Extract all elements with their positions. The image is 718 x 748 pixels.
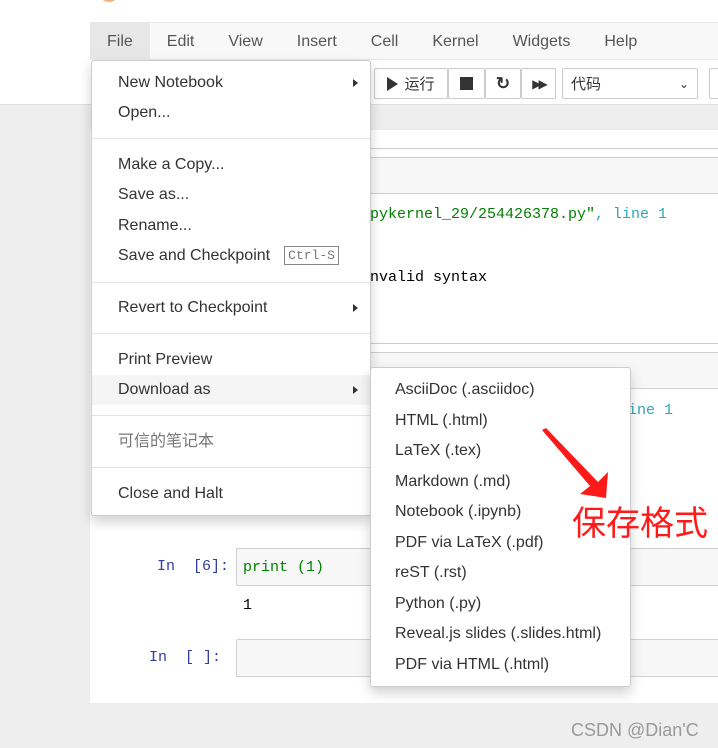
divider [92, 282, 370, 283]
shortcut-badge: Ctrl-S [284, 246, 339, 266]
label: Revert to Checkpoint [118, 299, 268, 316]
menu-cell[interactable]: Cell [354, 23, 416, 59]
interrupt-button[interactable] [448, 68, 485, 99]
menu-item-download-as[interactable]: Download as [92, 375, 370, 405]
menubar: File Edit View Insert Cell Kernel Widget… [90, 22, 718, 60]
menu-item-print-preview[interactable]: Print Preview [92, 345, 370, 375]
error-line: ine 1 [628, 402, 674, 419]
download-rest[interactable]: reST (.rst) [371, 558, 630, 588]
menu-item-close-halt[interactable]: Close and Halt [92, 479, 370, 509]
menu-item-make-copy[interactable]: Make a Copy... [92, 150, 370, 180]
menu-widgets[interactable]: Widgets [496, 23, 588, 59]
code-arg: (1) [288, 559, 325, 576]
menu-edit[interactable]: Edit [150, 23, 212, 59]
prompt-in: In [149, 649, 168, 666]
menu-file[interactable]: File [90, 23, 150, 59]
input-prompt: In [ ]: [149, 649, 221, 666]
menu-item-rename[interactable]: Rename... [92, 211, 370, 241]
menu-item-save-checkpoint[interactable]: Save and Checkpoint Ctrl-S [92, 241, 370, 271]
label: Save and Checkpoint [118, 247, 271, 264]
prompt-number: [6]: [193, 558, 230, 575]
error-file: pykernel_29/254426378.py" [370, 206, 596, 223]
prompt-in: In [157, 558, 176, 575]
restart-run-all-button[interactable]: ▶▶ [521, 68, 556, 99]
menu-kernel[interactable]: Kernel [415, 23, 495, 59]
fast-forward-icon: ▶▶ [532, 76, 548, 91]
code-keyword: print [243, 559, 289, 576]
run-button[interactable]: 运行 [374, 68, 448, 99]
watermark: CSDN @Dian'C [571, 720, 699, 740]
annotation-text: 保存格式 [572, 504, 708, 544]
menu-insert[interactable]: Insert [280, 23, 354, 59]
divider [92, 415, 370, 416]
menu-view[interactable]: View [211, 23, 279, 59]
caret-right-icon [353, 304, 358, 312]
label: New Notebook [118, 74, 223, 91]
divider [370, 343, 718, 344]
divider [370, 148, 718, 149]
prompt-number: [ ]: [185, 649, 222, 666]
error-line: , line 1 [595, 206, 668, 223]
run-label: 运行 [404, 76, 435, 93]
caret-right-icon [353, 386, 358, 394]
input-prompt: In [6]: [157, 558, 229, 575]
code-cell-input[interactable] [360, 157, 718, 194]
restart-icon: ↻ [495, 73, 511, 93]
stop-icon [460, 77, 473, 90]
menu-item-new-notebook[interactable]: New Notebook [92, 68, 370, 98]
menu-item-revert[interactable]: Revert to Checkpoint [92, 293, 370, 323]
error-output-line: pykernel_29/254426378.py", line 1 [370, 206, 667, 223]
cell-type-value: 代码 [571, 76, 602, 93]
divider [92, 333, 370, 334]
menu-item-open[interactable]: Open... [92, 98, 370, 128]
download-asciidoc[interactable]: AsciiDoc (.asciidoc) [371, 375, 630, 405]
chevron-down-icon: ⌄ [678, 76, 689, 91]
download-pdf-html[interactable]: PDF via HTML (.html) [371, 650, 630, 680]
divider [92, 138, 370, 139]
cell-type-select[interactable]: 代码 ⌄ [562, 68, 698, 99]
caret-right-icon [353, 79, 358, 87]
file-menu-dropdown: New Notebook Open... Make a Copy... Save… [91, 60, 371, 516]
restart-button[interactable]: ↻ [485, 68, 521, 99]
play-icon [387, 76, 399, 91]
menu-item-save-as[interactable]: Save as... [92, 180, 370, 210]
download-revealjs[interactable]: Reveal.js slides (.slides.html) [371, 619, 630, 649]
jupyter-logo [100, 0, 118, 2]
label: Download as [118, 381, 211, 398]
divider [92, 467, 370, 468]
toolbar-button-extra[interactable] [709, 68, 718, 99]
cell-output: 1 [243, 597, 253, 614]
menu-item-trusted[interactable]: 可信的笔记本 [92, 427, 370, 457]
error-message: nvalid syntax [370, 269, 488, 286]
download-python[interactable]: Python (.py) [371, 589, 630, 619]
menu-help[interactable]: Help [587, 23, 654, 59]
